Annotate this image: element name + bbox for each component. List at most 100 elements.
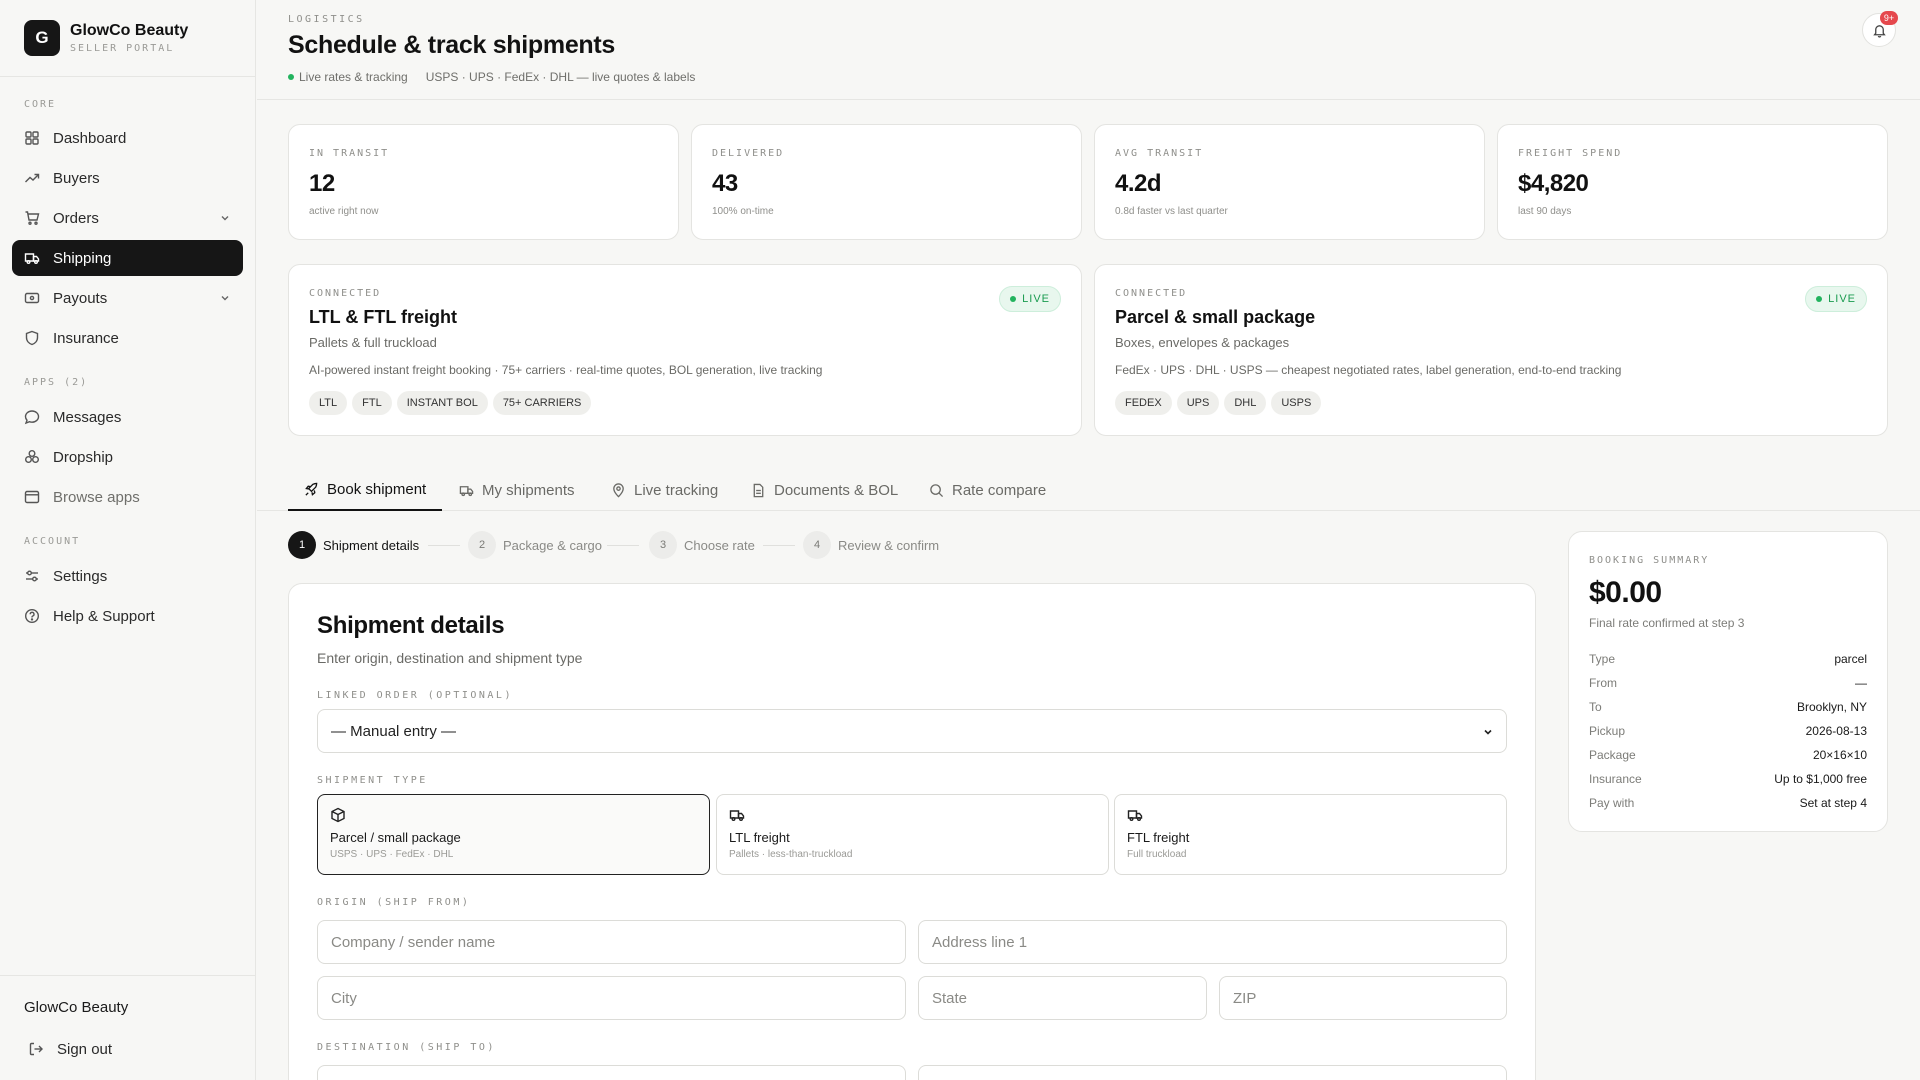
brand[interactable]: G GlowCo Beauty SELLER PORTAL [0,0,255,77]
shipment-type-title: LTL freight [729,830,790,845]
summary-key: Insurance [1589,772,1642,786]
map-pin-icon [611,483,626,498]
connection-title: Parcel & small package [1115,307,1316,327]
shipment-type-sub: Pallets · less-than-truckload [729,849,853,860]
shipment-type-title: FTL freight [1127,830,1190,845]
page-eyebrow: LOGISTICS [288,14,365,25]
sender-name-input[interactable]: Company / sender name [317,920,906,964]
summary-key: To [1589,700,1602,714]
chip: FEDEX [1115,391,1172,415]
summary-value: 2026-08-13 [1805,724,1867,738]
brand-subtitle: SELLER PORTAL [70,43,175,54]
stat-label: IN TRANSIT [309,148,390,159]
live-dot [1816,296,1823,302]
live-badge: LIVE [999,286,1061,312]
stat-value: 12 [309,170,335,197]
tab-documents[interactable]: Documents & BOL [751,470,898,511]
summary-row: Package 20×16×10 [1589,748,1867,764]
summary-value: parcel [1834,652,1867,666]
step-choose-rate[interactable]: 3 Choose rate [649,531,755,559]
brand-name: GlowCo Beauty [70,22,189,39]
chip: INSTANT BOL [396,391,488,415]
sidebar-item-messages[interactable]: Messages [12,399,243,435]
chevron-down-icon[interactable] [219,212,231,224]
live-status-dot [288,74,294,80]
step-number: 4 [803,531,831,559]
linked-order-label: LINKED ORDER (OPTIONAL) [317,690,513,701]
sidebar-item-orders[interactable]: Orders [12,200,243,236]
sidebar-item-help[interactable]: Help & Support [12,598,243,634]
placeholder: City [331,989,357,1007]
chip: USPS [1271,391,1322,415]
sign-out-button[interactable]: Sign out [16,1031,240,1067]
destination-address-input[interactable] [918,1065,1507,1080]
tab-live-tracking[interactable]: Live tracking [611,470,718,511]
sidebar-item-label: Settings [53,567,108,585]
sign-out-label: Sign out [57,1040,113,1058]
sidebar-item-dropship[interactable]: Dropship [12,439,243,475]
connection-eyebrow: CONNECTED [309,288,382,299]
connection-chips: LTL FTL INSTANT BOL 75+ CARRIERS [309,391,596,415]
connection-chips: FEDEX UPS DHL USPS [1115,391,1326,415]
sidebar-item-payouts[interactable]: Payouts [12,280,243,316]
connection-title: LTL & FTL freight [309,307,457,327]
document-icon [751,483,766,498]
placeholder: Address line 1 [932,933,1028,951]
sidebar-item-buyers[interactable]: Buyers [12,160,243,196]
shipment-type-ftl[interactable]: FTL freight Full truckload [1114,794,1507,875]
connection-card-parcel[interactable]: CONNECTED Parcel & small package Boxes, … [1094,264,1888,436]
tab-my-shipments[interactable]: My shipments [459,470,575,511]
destination-name-input[interactable] [317,1065,906,1080]
tab-book-shipment[interactable]: Book shipment [288,470,443,511]
tab-label: Book shipment [327,481,427,498]
placeholder: Company / sender name [331,933,496,951]
step-package-cargo[interactable]: 2 Package & cargo [468,531,602,559]
summary-key: Type [1589,652,1616,666]
wallet-icon [24,290,40,306]
sidebar-item-label: Orders [53,209,99,227]
step-shipment-details[interactable]: 1 Shipment details [288,531,419,559]
shipment-type-title: Parcel / small package [330,830,461,845]
stat-card-avg-transit: AVG TRANSIT 4.2d 0.8d faster vs last qua… [1094,124,1485,240]
tab-label: Documents & BOL [774,482,899,499]
truck-icon [459,483,474,498]
tab-rate-compare[interactable]: Rate compare [929,470,1046,511]
sidebar: G GlowCo Beauty SELLER PORTAL CORE Dashb… [0,0,256,1080]
shipment-type-parcel[interactable]: Parcel / small package USPS · UPS · FedE… [317,794,710,875]
page-header: LOGISTICS Schedule & track shipments Liv… [257,0,1920,100]
app-window-icon [24,489,40,505]
nav-section-account: ACCOUNT [24,536,81,547]
state-input[interactable]: State [918,976,1207,1020]
chevron-down-icon[interactable] [219,292,231,304]
zip-input[interactable]: ZIP [1219,976,1507,1020]
form-subtitle: Enter origin, destination and shipment t… [317,650,583,666]
step-number: 3 [649,531,677,559]
connection-card-freight[interactable]: CONNECTED LTL & FTL freight Pallets & fu… [288,264,1082,436]
sidebar-item-shipping[interactable]: Shipping [12,240,243,276]
step-connector [428,545,460,546]
shipment-type-sub: USPS · UPS · FedEx · DHL [330,849,454,860]
shipment-type-ltl[interactable]: LTL freight Pallets · less-than-truckloa… [716,794,1109,875]
linked-order-select[interactable]: — Manual entry — [317,709,1507,753]
summary-value: — [1855,676,1867,690]
city-input[interactable]: City [317,976,906,1020]
notifications-button[interactable]: 9+ [1862,11,1898,47]
sidebar-item-dashboard[interactable]: Dashboard [12,120,243,156]
stat-sub: active right now [309,206,379,217]
sidebar-item-browse-apps[interactable]: Browse apps [12,479,243,515]
message-icon [24,409,40,425]
address-line-1-input[interactable]: Address line 1 [918,920,1507,964]
stat-label: DELIVERED [712,148,785,159]
boxes-icon [24,449,40,465]
chevron-down-icon [1482,726,1494,738]
summary-row: Pay with Set at step 4 [1589,796,1867,812]
summary-key: From [1589,676,1617,690]
sidebar-item-insurance[interactable]: Insurance [12,320,243,356]
summary-row: Type parcel [1589,652,1867,668]
nav-section-apps: APPS (2) [24,377,89,388]
placeholder: ZIP [1233,989,1257,1007]
stat-value: 43 [712,170,738,197]
sidebar-item-settings[interactable]: Settings [12,558,243,594]
trending-up-icon [24,170,40,186]
step-review-confirm[interactable]: 4 Review & confirm [803,531,939,559]
